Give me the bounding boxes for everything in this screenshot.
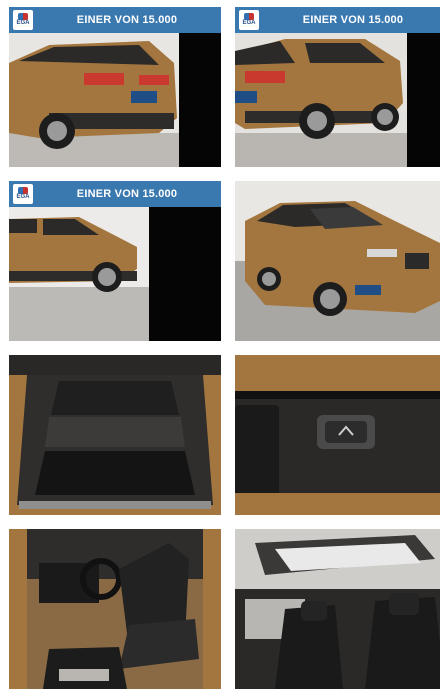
promo-banner-text: EINER VON 15.000 — [76, 14, 178, 26]
gallery-thumb-exterior-front[interactable] — [235, 181, 440, 341]
gallery-thumb-driver-interior[interactable] — [9, 529, 221, 689]
gallery-thumb-exterior-rear-left[interactable]: EGA EINER VON 15.000 — [9, 7, 221, 167]
ega-logo-icon: EGA — [239, 10, 259, 30]
car-photo — [9, 207, 221, 341]
gallery-thumb-trunk-interior[interactable] — [9, 355, 221, 515]
gallery-thumb-exterior-side-left[interactable]: EGA EINER VON 15.000 — [9, 181, 221, 341]
promo-banner-text: EINER VON 15.000 — [76, 188, 178, 200]
car-photo — [9, 33, 221, 167]
car-photo — [235, 33, 440, 167]
car-photo — [235, 355, 440, 515]
promo-banner: EGA EINER VON 15.000 — [9, 181, 221, 207]
car-photo — [235, 529, 440, 689]
car-photo — [235, 181, 440, 341]
promo-banner-text: EINER VON 15.000 — [302, 14, 404, 26]
gallery-thumb-panoramic-sunroof[interactable] — [235, 529, 440, 689]
gallery-thumb-exterior-rear-right[interactable]: EGA EINER VON 15.000 — [235, 7, 440, 167]
ega-logo-icon: EGA — [13, 184, 33, 204]
car-photo — [9, 529, 221, 689]
promo-banner: EGA EINER VON 15.000 — [235, 7, 440, 33]
ega-logo-icon: EGA — [13, 10, 33, 30]
car-photo — [9, 355, 221, 515]
promo-banner: EGA EINER VON 15.000 — [9, 7, 221, 33]
gallery-thumb-tailgate-button[interactable] — [235, 355, 440, 515]
